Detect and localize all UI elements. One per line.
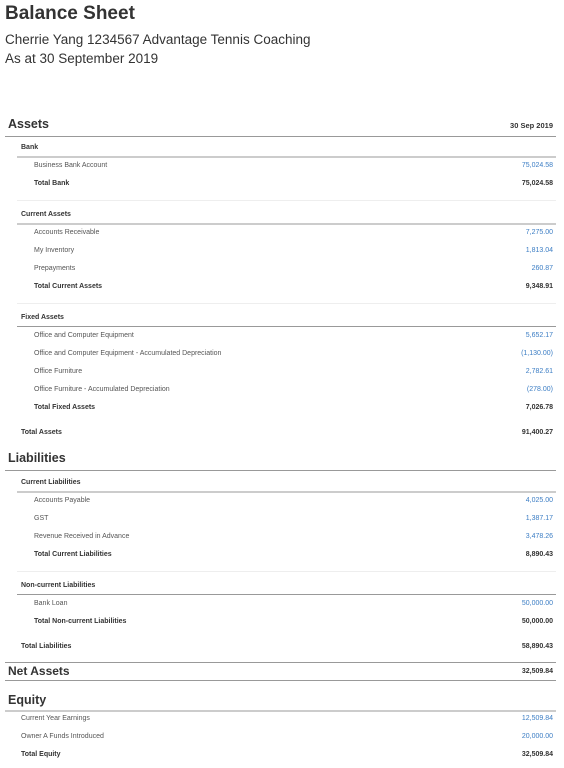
total-label: Total Non-current Liabilities bbox=[34, 618, 127, 625]
account-name: My Inventory bbox=[34, 247, 75, 254]
account-name: Business Bank Account bbox=[34, 162, 108, 169]
total-label: Total Equity bbox=[21, 751, 61, 758]
net-assets-value: 32,509.84 bbox=[521, 668, 553, 675]
total-label: Total Current Assets bbox=[34, 283, 103, 290]
divider bbox=[17, 303, 556, 304]
account-name: Office and Computer Equipment - Accumula… bbox=[34, 350, 222, 357]
account-value-link[interactable]: 75,024.58 bbox=[522, 162, 553, 169]
account-value-link[interactable]: (278.00) bbox=[527, 386, 553, 393]
total-value: 32,509.84 bbox=[521, 751, 553, 758]
total-value: 91,400.27 bbox=[521, 429, 553, 436]
account-name: Office and Computer Equipment bbox=[34, 332, 134, 339]
total-label: Total Bank bbox=[34, 180, 70, 187]
organisation-name: Cherrie Yang 1234567 Advantage Tennis Co… bbox=[5, 32, 311, 47]
group-header-current-liabilities: Current Liabilities bbox=[17, 477, 556, 493]
account-row[interactable]: Bank Loan 50,000.00 bbox=[17, 597, 556, 611]
account-name: GST bbox=[34, 515, 49, 522]
divider bbox=[17, 200, 556, 201]
account-row[interactable]: My Inventory 1,813.04 bbox=[17, 244, 556, 258]
account-value-link[interactable]: 3,478.26 bbox=[526, 533, 553, 540]
account-row[interactable]: Office Furniture - Accumulated Depreciat… bbox=[17, 383, 556, 397]
account-value-link[interactable]: 1,813.04 bbox=[526, 247, 553, 254]
total-row: Total Non-current Liabilities 50,000.00 bbox=[17, 615, 556, 629]
account-name: Prepayments bbox=[34, 265, 76, 272]
page-title: Balance Sheet bbox=[5, 3, 135, 24]
group-title: Current Assets bbox=[21, 211, 71, 218]
group-header-fixed-assets: Fixed Assets bbox=[17, 312, 556, 327]
divider bbox=[17, 571, 556, 572]
account-name: Bank Loan bbox=[34, 600, 68, 607]
group-title: Fixed Assets bbox=[21, 314, 64, 321]
net-assets-row: Net Assets 32,509.84 bbox=[5, 662, 556, 681]
account-row[interactable]: Business Bank Account 75,024.58 bbox=[17, 159, 556, 173]
account-row[interactable]: Owner A Funds Introduced 20,000.00 bbox=[5, 730, 556, 744]
total-assets-row: Total Assets 91,400.27 bbox=[17, 426, 556, 440]
account-value-link[interactable]: 2,782.61 bbox=[526, 368, 553, 375]
account-value-link[interactable]: 12,509.84 bbox=[522, 715, 553, 722]
total-value: 9,348.91 bbox=[525, 283, 553, 290]
account-value-link[interactable]: 4,025.00 bbox=[526, 497, 553, 504]
account-name: Office Furniture - Accumulated Depreciat… bbox=[34, 386, 170, 393]
total-value: 75,024.58 bbox=[521, 180, 553, 187]
total-row: Total Current Assets 9,348.91 bbox=[17, 280, 556, 294]
total-value: 58,890.43 bbox=[521, 643, 553, 650]
group-header-noncurrent-liabilities: Non-current Liabilities bbox=[17, 580, 556, 595]
total-value: 7,026.78 bbox=[525, 404, 553, 411]
total-row: Total Fixed Assets 7,026.78 bbox=[17, 401, 556, 415]
section-title: Equity bbox=[8, 693, 47, 707]
net-assets-label: Net Assets bbox=[8, 664, 70, 678]
group-header-bank: Bank bbox=[17, 142, 556, 158]
account-value-link[interactable]: 7,275.00 bbox=[526, 229, 553, 236]
account-row[interactable]: Accounts Payable 4,025.00 bbox=[17, 494, 556, 508]
total-label: Total Assets bbox=[21, 429, 62, 436]
account-value-link[interactable]: 20,000.00 bbox=[522, 733, 553, 740]
account-name: Current Year Earnings bbox=[21, 715, 90, 722]
account-row[interactable]: Prepayments 260.87 bbox=[17, 262, 556, 276]
total-row: Total Current Liabilities 8,890.43 bbox=[17, 548, 556, 562]
total-row: Total Bank 75,024.58 bbox=[17, 177, 556, 191]
group-title: Current Liabilities bbox=[21, 479, 81, 486]
account-row[interactable]: Office and Computer Equipment 5,652.17 bbox=[17, 329, 556, 343]
account-name: Accounts Receivable bbox=[34, 229, 100, 236]
total-label: Total Fixed Assets bbox=[34, 404, 96, 411]
group-header-current-assets: Current Assets bbox=[17, 209, 556, 225]
account-value-link[interactable]: 5,652.17 bbox=[526, 332, 553, 339]
group-title: Non-current Liabilities bbox=[21, 582, 96, 589]
column-date-header: 30 Sep 2019 bbox=[510, 121, 553, 130]
section-title: Assets bbox=[8, 117, 49, 131]
liabilities-section-header: Liabilities bbox=[5, 448, 556, 471]
total-value: 8,890.43 bbox=[525, 551, 553, 558]
account-value-link[interactable]: 1,387.17 bbox=[526, 515, 553, 522]
account-row[interactable]: Accounts Receivable 7,275.00 bbox=[17, 226, 556, 240]
equity-section-header: Equity bbox=[5, 690, 556, 712]
account-name: Accounts Payable bbox=[34, 497, 91, 504]
account-name: Revenue Received in Advance bbox=[34, 533, 130, 540]
account-row[interactable]: Office Furniture 2,782.61 bbox=[17, 365, 556, 379]
account-row[interactable]: Office and Computer Equipment - Accumula… bbox=[17, 347, 556, 361]
section-title: Liabilities bbox=[8, 451, 66, 465]
account-row[interactable]: GST 1,387.17 bbox=[17, 512, 556, 526]
total-liabilities-row: Total Liabilities 58,890.43 bbox=[17, 640, 556, 654]
total-label: Total Current Liabilities bbox=[34, 551, 112, 558]
total-equity-row: Total Equity 32,509.84 bbox=[5, 748, 556, 762]
assets-section-header: Assets 30 Sep 2019 bbox=[5, 114, 556, 137]
group-title: Bank bbox=[21, 144, 39, 151]
account-row[interactable]: Current Year Earnings 12,509.84 bbox=[5, 712, 556, 726]
account-value-link[interactable]: 260.87 bbox=[532, 265, 553, 272]
report-date: As at 30 September 2019 bbox=[5, 51, 159, 66]
account-value-link[interactable]: 50,000.00 bbox=[522, 600, 553, 607]
total-label: Total Liabilities bbox=[21, 643, 72, 650]
account-row[interactable]: Revenue Received in Advance 3,478.26 bbox=[17, 530, 556, 544]
account-value-link[interactable]: (1,130.00) bbox=[521, 350, 553, 357]
total-value: 50,000.00 bbox=[521, 618, 553, 625]
account-name: Office Furniture bbox=[34, 368, 83, 375]
account-name: Owner A Funds Introduced bbox=[21, 733, 104, 740]
